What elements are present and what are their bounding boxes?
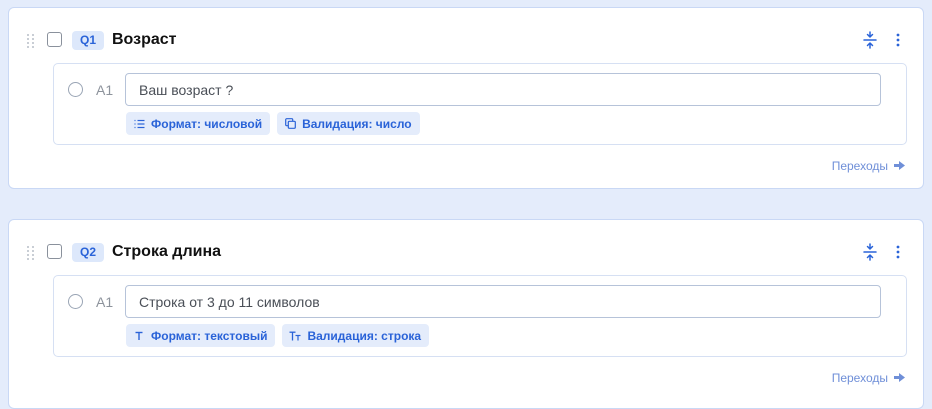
question-card: Q1 Возраст A1 Ваш возраст ? Формат: числ…: [8, 7, 924, 189]
answer-radio[interactable]: [68, 82, 83, 97]
drag-handle-icon[interactable]: [27, 246, 35, 260]
arrow-right-icon: [894, 159, 905, 173]
transitions-label: Переходы: [831, 159, 888, 173]
text-icon: [133, 330, 145, 342]
transitions-link[interactable]: Переходы: [832, 371, 905, 385]
validation-chip[interactable]: Валидация: строка: [282, 324, 430, 347]
answer-row: A1 Формат: числовой: [53, 63, 907, 145]
more-options-icon[interactable]: [889, 242, 907, 262]
question-select-checkbox[interactable]: [47, 32, 62, 47]
answer-row: A1 Формат: текстовый: [53, 275, 907, 357]
question-title[interactable]: Строка длина: [112, 242, 221, 262]
more-options-icon[interactable]: [889, 30, 907, 50]
format-chip-label: Формат: текстовый: [151, 328, 268, 343]
drag-handle-icon[interactable]: [27, 34, 35, 48]
text-size-icon: [289, 330, 301, 342]
answer-text-input[interactable]: [125, 285, 881, 318]
answer-chips: Формат: числовой Валидация: число: [126, 112, 420, 135]
transitions-label: Переходы: [831, 371, 888, 385]
answer-label: A1: [96, 82, 114, 98]
copy-icon: [284, 118, 296, 130]
arrow-right-icon: [894, 371, 905, 385]
validation-chip[interactable]: Валидация: число: [277, 112, 420, 135]
validation-chip-label: Валидация: число: [302, 116, 412, 131]
answer-text-input[interactable]: [125, 73, 881, 106]
validation-chip-label: Валидация: строка: [307, 328, 422, 343]
question-select-checkbox[interactable]: [47, 244, 62, 259]
question-number-badge: Q2: [72, 243, 105, 262]
collapse-icon[interactable]: [861, 242, 879, 262]
format-chip[interactable]: Формат: числовой: [126, 112, 271, 135]
question-number-badge: Q1: [72, 31, 105, 50]
format-chip[interactable]: Формат: текстовый: [126, 324, 276, 347]
transitions-link[interactable]: Переходы: [832, 159, 905, 173]
collapse-icon[interactable]: [861, 30, 879, 50]
answer-chips: Формат: текстовый Валидация: строка: [126, 324, 430, 347]
list-icon: [133, 118, 145, 130]
answer-radio[interactable]: [68, 294, 83, 309]
question-card: Q2 Строка длина A1 Строка от 3 до 11 сим…: [8, 219, 924, 409]
format-chip-label: Формат: числовой: [151, 116, 263, 131]
answer-label: A1: [96, 294, 114, 310]
question-title[interactable]: Возраст: [112, 30, 176, 50]
